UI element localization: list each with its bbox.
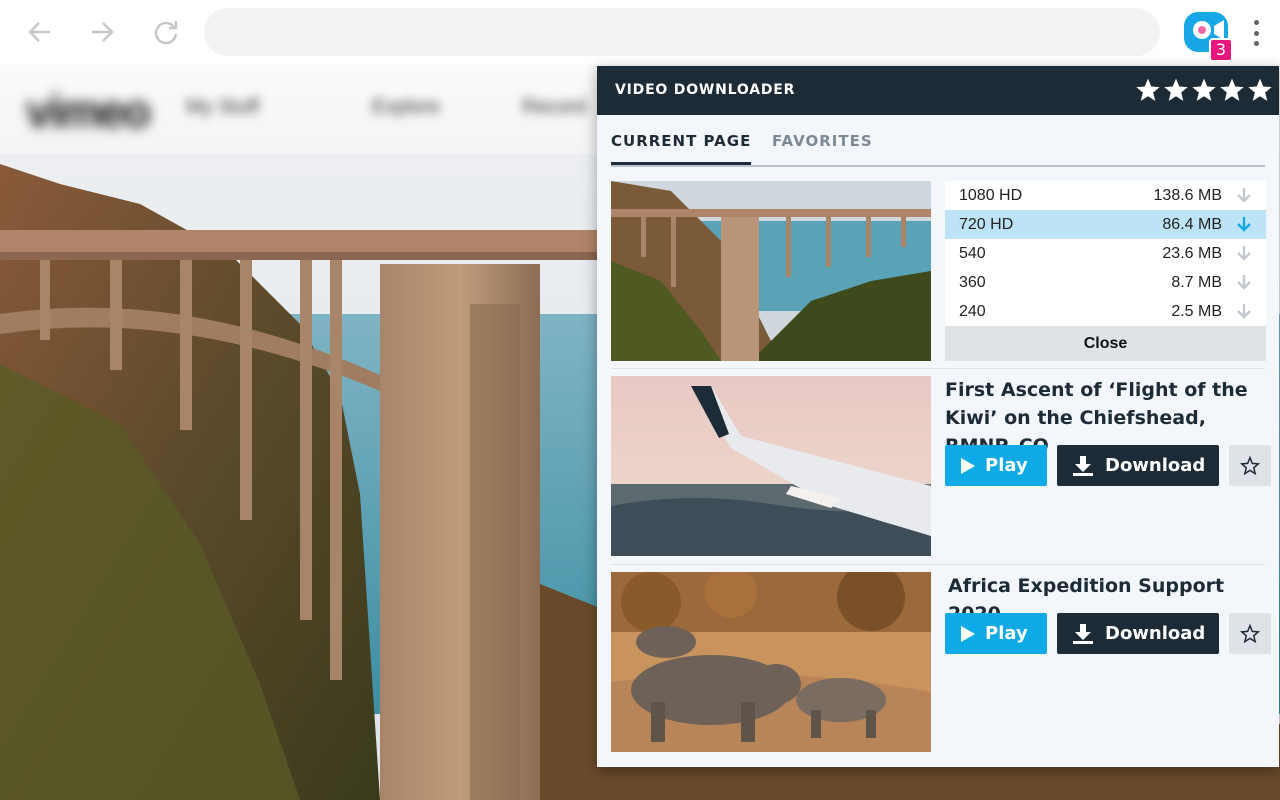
download-arrow-icon[interactable] — [1236, 303, 1252, 321]
play-icon — [961, 457, 975, 474]
file-size: 138.6 MB — [1153, 186, 1222, 204]
arrow-left-icon — [28, 22, 50, 42]
quality-option[interactable]: 360 8.7 MB — [945, 268, 1266, 297]
file-size: 86.4 MB — [1162, 215, 1222, 233]
download-icon — [1073, 623, 1093, 644]
divider — [611, 564, 1265, 565]
extension-badge: 3 — [1209, 38, 1233, 62]
tab-favorites[interactable]: FAVORITES — [772, 132, 873, 150]
star-icon[interactable] — [1191, 77, 1217, 103]
tab-current-page[interactable]: CURRENT PAGE — [611, 132, 752, 165]
more-vert-icon[interactable] — [1244, 18, 1268, 48]
file-size: 23.6 MB — [1162, 244, 1222, 262]
quality-option[interactable]: 1080 HD 138.6 MB — [945, 181, 1266, 210]
bridge-thumbnail-image — [611, 181, 931, 361]
download-arrow-icon[interactable] — [1236, 274, 1252, 292]
popup-tabs: CURRENT PAGE FAVORITES — [611, 115, 1265, 167]
close-button[interactable]: Close — [945, 326, 1266, 361]
download-button[interactable]: Download — [1057, 613, 1219, 654]
site-logo: vimeo — [26, 85, 151, 137]
file-size: 8.7 MB — [1171, 273, 1222, 291]
quality-option[interactable]: 240 2.5 MB — [945, 297, 1266, 326]
download-arrow-icon[interactable] — [1236, 245, 1252, 263]
quality-label: 360 — [959, 273, 986, 291]
site-nav-item: Record — [522, 96, 587, 118]
star-icon[interactable] — [1219, 77, 1245, 103]
download-arrow-icon[interactable] — [1236, 187, 1252, 205]
reload-button[interactable] — [148, 14, 184, 50]
download-button[interactable]: Download — [1057, 445, 1219, 486]
download-arrow-icon[interactable] — [1236, 216, 1252, 234]
divider — [611, 368, 1265, 369]
download-icon — [1073, 455, 1093, 476]
video-thumbnail[interactable] — [611, 572, 931, 752]
favorite-button[interactable] — [1229, 445, 1271, 486]
airplane-thumbnail-image — [611, 376, 931, 556]
quality-option[interactable]: 540 23.6 MB — [945, 239, 1266, 268]
quality-label: 540 — [959, 244, 986, 262]
star-outline-icon — [1240, 623, 1260, 643]
video-thumbnail[interactable] — [611, 376, 931, 556]
arrow-right-icon — [92, 22, 114, 42]
popup-title: VIDEO DOWNLOADER — [615, 82, 796, 98]
site-nav-item: Explore — [372, 96, 440, 118]
back-button[interactable] — [22, 14, 58, 50]
video-actions: Play Download — [945, 445, 1271, 486]
rating-stars[interactable] — [1135, 77, 1273, 103]
video-thumbnail[interactable] — [611, 181, 931, 361]
quality-list: 1080 HD 138.6 MB 720 HD 86.4 MB 540 23.6… — [945, 181, 1266, 361]
quality-label: 240 — [959, 302, 986, 320]
quality-option-selected[interactable]: 720 HD 86.4 MB — [945, 210, 1266, 239]
star-icon[interactable] — [1247, 77, 1273, 103]
rhino-thumbnail-image — [611, 572, 931, 752]
quality-label: 720 HD — [959, 215, 1014, 233]
play-button[interactable]: Play — [945, 445, 1047, 486]
reload-icon — [154, 21, 178, 45]
address-bar[interactable] — [204, 8, 1160, 56]
star-outline-icon — [1240, 455, 1260, 475]
download-label: Download — [1105, 455, 1206, 476]
play-label: Play — [985, 623, 1028, 644]
play-button[interactable]: Play — [945, 613, 1047, 654]
favorite-button[interactable] — [1229, 613, 1271, 654]
video-downloader-popup: VIDEO DOWNLOADER CURRENT PAGE FAVORITES — [597, 66, 1279, 767]
play-label: Play — [985, 455, 1028, 476]
browser-toolbar: 3 — [0, 0, 1280, 64]
forward-button[interactable] — [84, 14, 120, 50]
play-icon — [961, 625, 975, 642]
popup-header: VIDEO DOWNLOADER — [597, 66, 1279, 115]
file-size: 2.5 MB — [1171, 302, 1222, 320]
site-nav-item: My Stuff — [186, 96, 259, 118]
quality-label: 1080 HD — [959, 186, 1023, 204]
star-icon[interactable] — [1163, 77, 1189, 103]
download-label: Download — [1105, 623, 1206, 644]
video-actions: Play Download — [945, 613, 1271, 654]
star-icon[interactable] — [1135, 77, 1161, 103]
